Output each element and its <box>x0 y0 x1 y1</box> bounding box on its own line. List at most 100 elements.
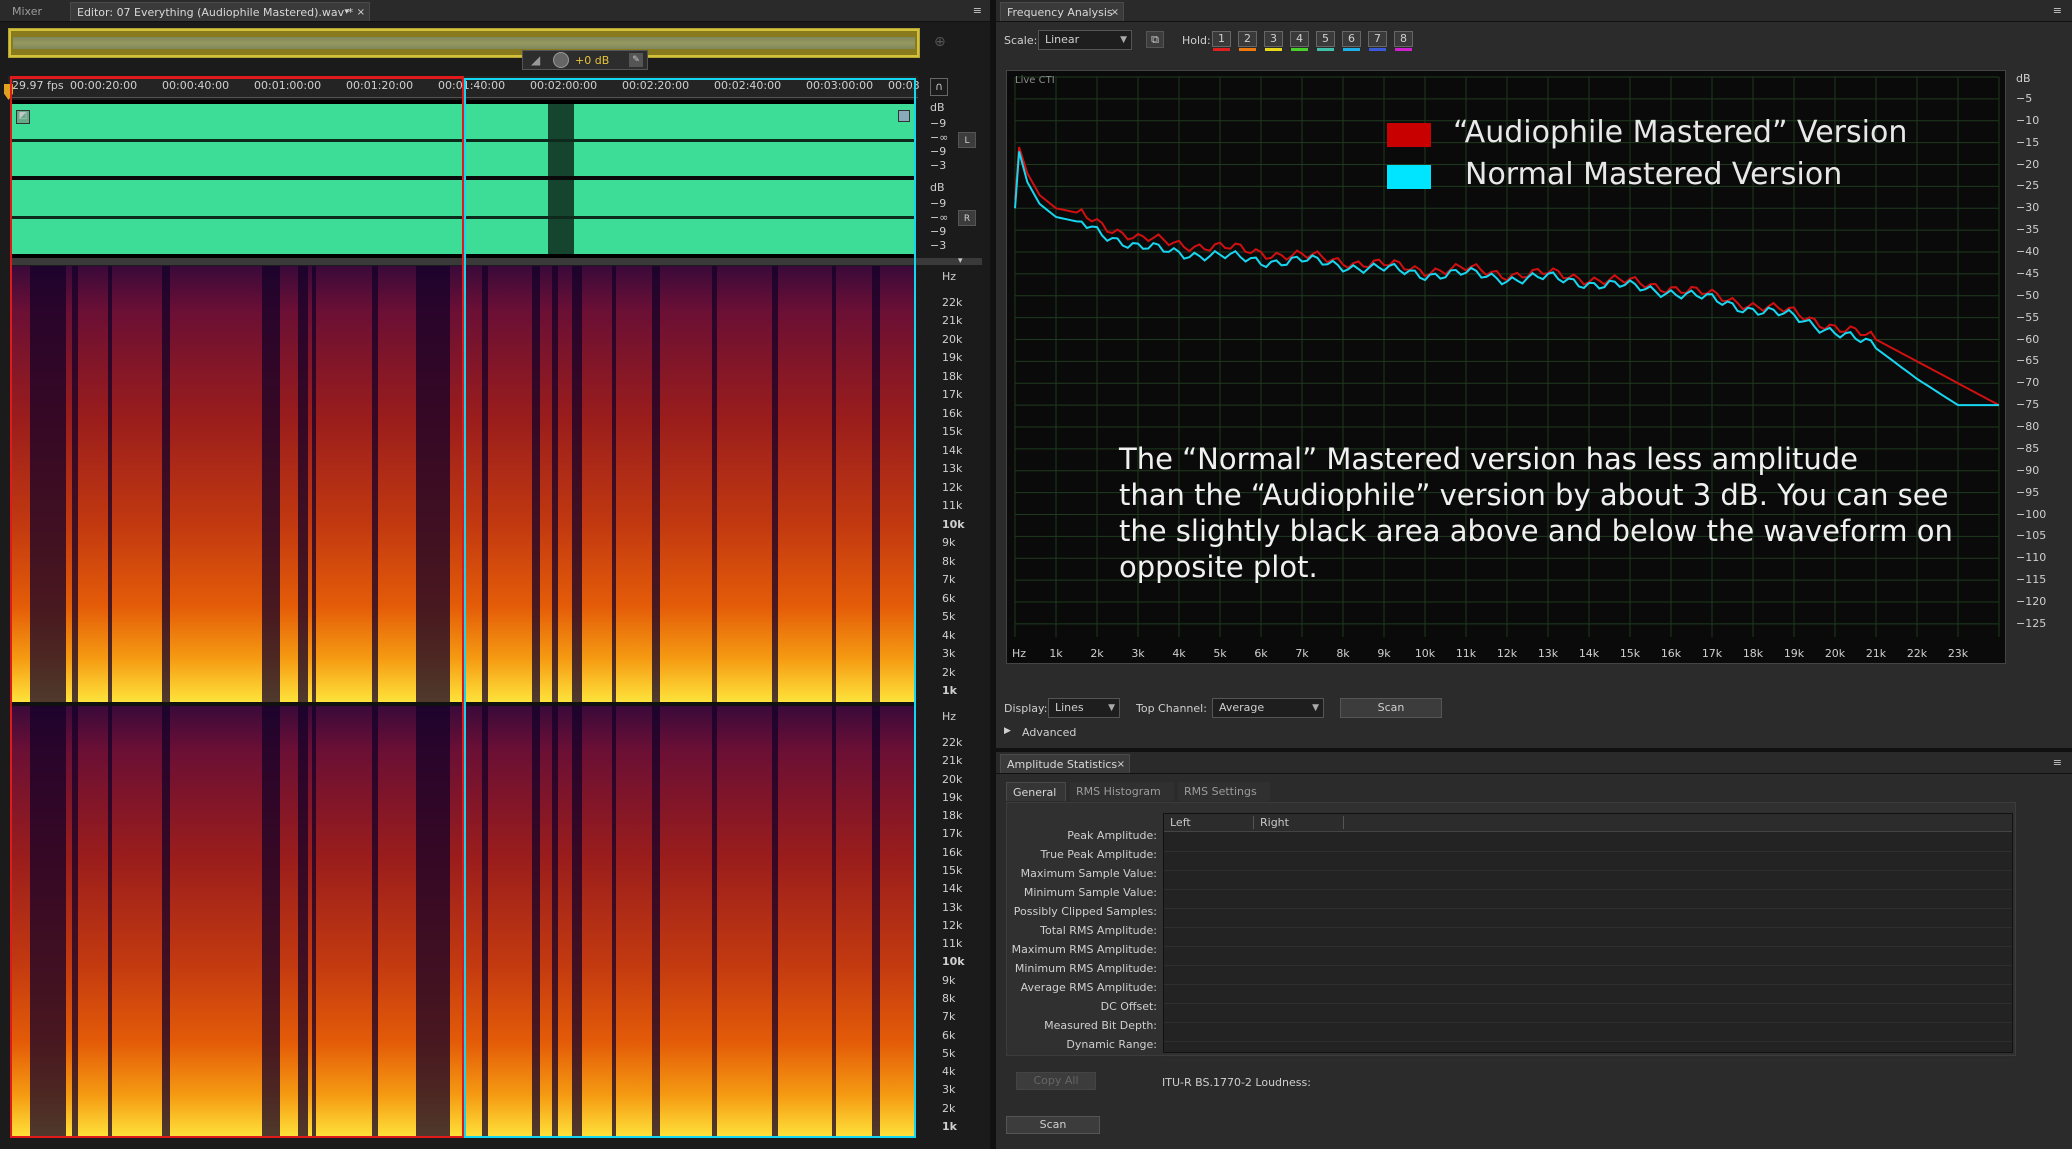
top-channel-select[interactable]: Average ▼ <box>1212 698 1324 718</box>
y-tick-label: −115 <box>2016 573 2047 587</box>
hz-tick: 21k <box>942 754 963 768</box>
zoom-hud[interactable]: ◢ +0 dB ✎ <box>522 50 648 70</box>
close-icon[interactable]: × <box>1111 3 1119 22</box>
column-right[interactable]: Right <box>1260 816 1344 829</box>
hz-tick: 11k <box>942 499 963 513</box>
channel-right-button[interactable]: R <box>958 210 976 226</box>
hold-button-3[interactable]: 3 <box>1264 31 1283 51</box>
copy-graph-icon[interactable]: ⧉ <box>1146 31 1164 48</box>
frequency-graph[interactable]: Hz 1k 2k 3k 4k 5k 6k 7k 8k 9k 10k 11k 12k 13k 14k 15k 16… <box>1006 70 2006 664</box>
channel-left-button[interactable]: L <box>958 132 976 148</box>
amplitude-scan-button[interactable]: Scan <box>1006 1116 1100 1134</box>
display-select[interactable]: Lines ▼ <box>1048 698 1120 718</box>
subtab-rms-settings[interactable]: RMS Settings <box>1178 782 1270 801</box>
chevron-down-icon: ▼ <box>1120 35 1127 45</box>
y-tick-label: −90 <box>2016 463 2040 477</box>
selection-ruler-bar <box>10 76 464 79</box>
close-icon[interactable]: × <box>357 3 365 22</box>
stat-label: True Peak Amplitude: <box>1040 848 1157 861</box>
hold-button-6[interactable]: 6 <box>1342 31 1361 51</box>
hz-tick: Hz <box>942 710 957 723</box>
hz-tick: Hz <box>942 270 957 283</box>
wave-db-tick: −∞ <box>930 131 949 144</box>
hold-color-bar <box>1291 48 1308 51</box>
x-tick-label: 5k <box>1213 647 1227 660</box>
overview-strip[interactable] <box>8 28 920 58</box>
x-tick-label: 4k <box>1172 647 1186 660</box>
annotation-line-1: The “Normal” Mastered version has less a… <box>1119 442 1859 476</box>
pin-icon[interactable]: ✎ <box>629 53 643 67</box>
panel-menu-icon[interactable]: ≡ <box>973 4 982 17</box>
x-tick-label: 9k <box>1377 647 1391 660</box>
stat-label: DC Offset: <box>1100 1000 1157 1013</box>
subtab-general[interactable]: General <box>1006 782 1066 801</box>
x-tick-label: 7k <box>1295 647 1309 660</box>
hold-button-2[interactable]: 2 <box>1238 31 1257 51</box>
wave-db-tick: −9 <box>930 225 947 238</box>
tab-editor[interactable]: Editor: 07 Everything (Audiophile Master… <box>70 2 370 21</box>
y-tick-label: dB <box>2016 72 2031 85</box>
y-tick-label: −45 <box>2016 266 2040 280</box>
frequency-scan-button[interactable]: Scan <box>1340 698 1442 718</box>
headphones-icon[interactable]: ∩ <box>930 78 948 96</box>
x-tick-label: 11k <box>1456 647 1477 660</box>
close-icon[interactable]: × <box>1117 755 1125 774</box>
splitter-arrow-icon[interactable]: ▾ <box>958 256 963 266</box>
stat-label: Minimum RMS Amplitude: <box>1014 962 1157 975</box>
hold-button-7[interactable]: 7 <box>1368 31 1387 51</box>
hz-tick: 7k <box>942 573 956 587</box>
y-tick-label: −10 <box>2016 113 2040 127</box>
x-tick-label: Hz <box>1012 647 1026 660</box>
hold-color-bar <box>1317 48 1334 51</box>
advanced-expander-icon[interactable]: ▶ <box>1004 726 1011 736</box>
stat-label: Maximum RMS Amplitude: <box>1011 943 1157 956</box>
x-tick-label: 21k <box>1866 647 1887 660</box>
dropdown-arrow-icon[interactable]: ▾ <box>344 3 349 22</box>
tab-amplitude-label: Amplitude Statistics <box>1007 758 1118 771</box>
advanced-label[interactable]: Advanced <box>1022 726 1076 739</box>
hold-color-bar <box>1213 48 1230 51</box>
stat-row <box>1164 871 2012 890</box>
y-tick-label: −40 <box>2016 245 2040 258</box>
hz-tick: 2k <box>942 665 956 679</box>
wave-db-tick: −9 <box>930 197 947 210</box>
hz-scale-bottom: Hz 22k 21k 20k 19k 18k 17k 16k 15k 14k 13k 12k 11k 10… <box>920 706 980 1138</box>
zoom-gain-value: +0 dB <box>575 54 610 67</box>
hz-tick: 21k <box>942 314 963 328</box>
tab-frequency-analysis[interactable]: Frequency Analysis × <box>1000 2 1124 21</box>
legend-swatch-normal <box>1387 165 1431 189</box>
tab-mixer[interactable]: Mixer <box>6 2 48 21</box>
display-label: Display: <box>1004 702 1048 715</box>
tab-amplitude-statistics[interactable]: Amplitude Statistics × <box>1000 754 1130 773</box>
hold-button-4[interactable]: 4 <box>1290 31 1309 51</box>
knob-icon[interactable] <box>553 52 569 68</box>
y-tick-label: −30 <box>2016 201 2040 215</box>
wave-db-tick: dB <box>930 181 945 194</box>
column-left[interactable]: Left <box>1170 816 1254 829</box>
hold-button-5[interactable]: 5 <box>1316 31 1335 51</box>
hz-tick: 22k <box>942 296 963 309</box>
panel-menu-icon[interactable]: ≡ <box>2053 4 2062 17</box>
zoom-navigator-icon[interactable]: ⊕ <box>934 34 946 50</box>
x-tick-label: 12k <box>1497 647 1518 660</box>
loudness-label: ITU-R BS.1770-2 Loudness: <box>1162 1076 1311 1089</box>
hold-button-8[interactable]: 8 <box>1394 31 1413 51</box>
wave-db-tick: −9 <box>930 117 947 130</box>
scale-select[interactable]: Linear ▼ <box>1038 30 1132 50</box>
hz-tick: 13k <box>942 462 963 476</box>
y-tick-label: −20 <box>2016 157 2040 171</box>
x-tick-label: 23k <box>1948 647 1969 660</box>
tab-editor-label: Editor: 07 Everything (Audiophile Master… <box>77 6 354 19</box>
hz-tick: 1k <box>942 1120 957 1133</box>
panel-menu-icon[interactable]: ≡ <box>2053 756 2062 769</box>
selection-right-region[interactable] <box>464 78 916 1138</box>
subtab-rms-histogram[interactable]: RMS Histogram <box>1070 782 1174 801</box>
y-tick-label: −60 <box>2016 332 2040 346</box>
hz-tick: 12k <box>942 918 963 932</box>
overview-viewport[interactable] <box>9 29 919 57</box>
hz-scale-top: Hz 22k 21k 20k 19k 18k 17k 16k 15k 14k 13k 12k 11k 10… <box>920 266 980 702</box>
tab-frequency-label: Frequency Analysis <box>1007 6 1113 19</box>
hold-button-1[interactable]: 1 <box>1212 31 1231 51</box>
stat-row <box>1164 1004 2012 1023</box>
chevron-down-icon: ▼ <box>1108 703 1115 713</box>
